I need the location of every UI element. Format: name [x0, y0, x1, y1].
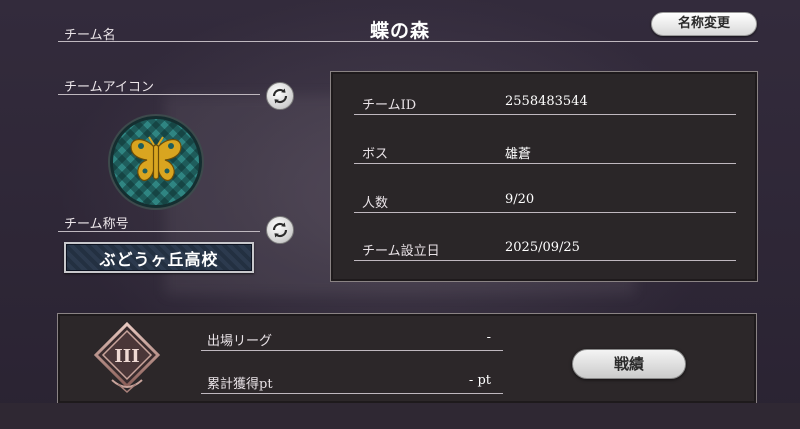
league-label: 出場リーグ [207, 334, 273, 349]
info-row-boss: ボス 雄蒼 [354, 143, 736, 165]
points-label: 累計獲得pt [207, 377, 273, 392]
row-divider [201, 350, 503, 351]
rank-emblem-icon: III [93, 321, 161, 394]
info-row-members: 人数 9/20 [354, 192, 736, 214]
league-value: - [486, 330, 491, 345]
row-divider [354, 212, 736, 213]
row-divider [354, 114, 736, 115]
refresh-icon [272, 88, 288, 104]
members-label: 人数 [362, 196, 389, 211]
team-emblem[interactable] [110, 116, 202, 208]
founded-value: 2025/09/25 [505, 240, 580, 255]
boss-label: ボス [362, 147, 389, 162]
points-value: - pt [468, 373, 491, 388]
team-icon-label: チームアイコン [64, 80, 154, 95]
team-id-label: チームID [362, 98, 417, 113]
team-title-divider [58, 231, 260, 232]
row-divider [354, 260, 736, 261]
league-rank-badge: III [92, 321, 162, 400]
team-icon-divider [58, 94, 260, 95]
change-title-button[interactable] [266, 216, 294, 244]
row-divider [201, 393, 503, 394]
league-row-points: 累計獲得pt - pt [201, 373, 503, 395]
change-icon-button[interactable] [266, 82, 294, 110]
row-divider [354, 163, 736, 164]
founded-label: チーム設立日 [362, 244, 440, 259]
rename-button[interactable]: 名称変更 [651, 12, 757, 36]
team-title-plate[interactable]: ぶどうヶ丘高校 [64, 242, 254, 273]
team-title-label: チーム称号 [64, 217, 129, 232]
team-id-value: 2558483544 [505, 94, 588, 109]
league-row-participation: 出場リーグ - [201, 330, 503, 352]
members-value: 9/20 [505, 192, 535, 207]
header-divider [58, 41, 758, 42]
boss-value: 雄蒼 [505, 147, 532, 162]
record-button[interactable]: 戦績 [572, 349, 686, 379]
butterfly-icon [130, 136, 182, 181]
info-row-team-id: チームID 2558483544 [354, 94, 736, 116]
refresh-icon [272, 222, 288, 238]
rank-numeral: III [114, 346, 139, 367]
info-row-founded: チーム設立日 2025/09/25 [354, 240, 736, 262]
bottom-edge [0, 403, 800, 429]
